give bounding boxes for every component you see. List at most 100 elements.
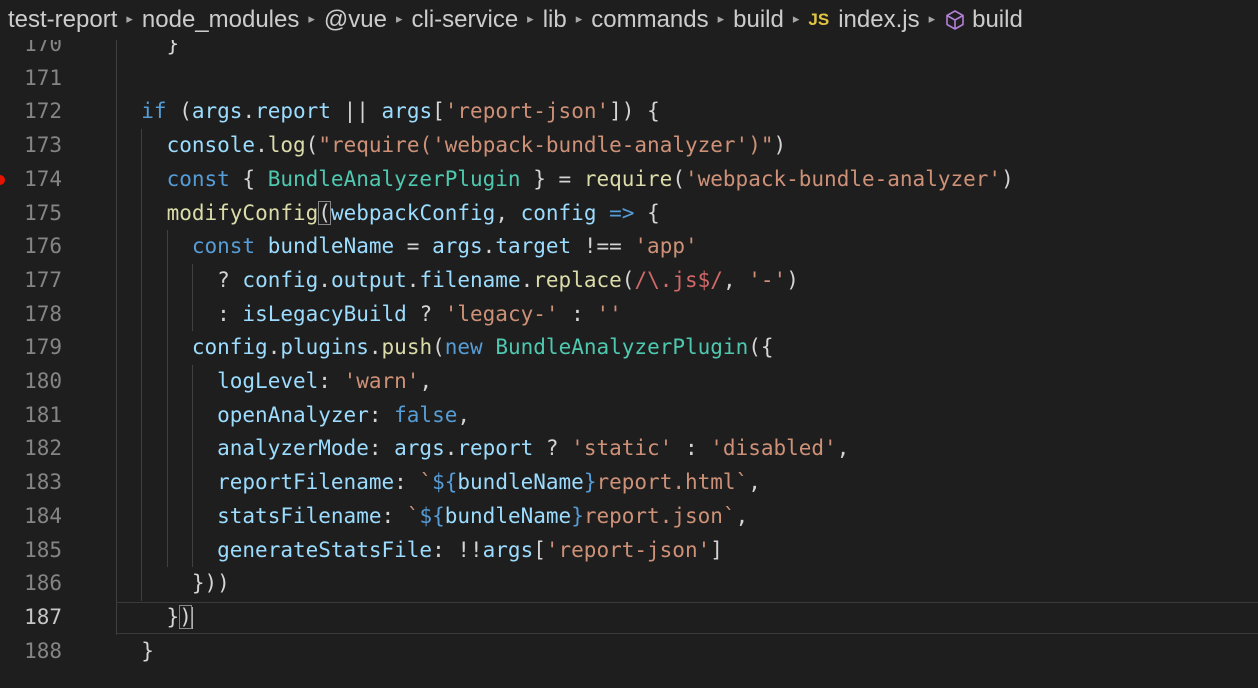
breadcrumb-item-cli-service[interactable]: cli-service [411, 6, 518, 34]
code-token: = [394, 234, 433, 259]
breadcrumb-separator-icon: ▸ [792, 11, 800, 26]
code-token: ` [406, 503, 420, 528]
line-number[interactable]: 170 [0, 40, 62, 62]
code-token: : [672, 436, 711, 461]
code-token: report.html` [596, 470, 749, 495]
code-token: statsFilename [217, 503, 382, 528]
code-token: ` [419, 470, 433, 495]
code-token: , [836, 436, 850, 461]
code-token: ] [710, 537, 723, 562]
code-token: filename [419, 267, 521, 292]
code-token: ${ [432, 470, 458, 495]
code-token: plugins [280, 335, 369, 360]
line-number[interactable]: 173 [0, 129, 62, 163]
code-token: } = [520, 166, 584, 191]
code-token: target [495, 234, 572, 259]
code-token: bundleName [457, 470, 584, 495]
line-number[interactable]: 175 [0, 197, 62, 231]
breadcrumb-separator-icon: ▸ [395, 11, 403, 26]
line-number[interactable]: 181 [0, 399, 62, 433]
code-text[interactable]: modifyConfig(webpackConfig, config => { [141, 197, 660, 231]
breadcrumb-item-build[interactable]: build [733, 6, 784, 34]
code-text[interactable]: openAnalyzer: false, [141, 399, 470, 433]
code-token: } [141, 638, 154, 663]
line-number[interactable]: 174 [0, 163, 62, 197]
code-token: analyzerMode [217, 436, 369, 461]
line-number[interactable]: 187 [0, 601, 62, 635]
breadcrumb-separator-icon: ▸ [717, 11, 725, 26]
code-token: openAnalyzer [217, 402, 369, 427]
breadcrumb-file-name[interactable]: index.js [838, 6, 919, 34]
line-number[interactable]: 188 [0, 635, 62, 669]
code-line: 179 config.plugins.push(new BundleAnalyz… [0, 331, 1258, 365]
code-token: 'webpack-bundle-analyzer' [684, 166, 1002, 191]
code-token: : [381, 503, 407, 528]
code-token: const [191, 234, 256, 259]
code-token: } [583, 470, 597, 495]
code-token: ]) { [609, 99, 660, 124]
code-text[interactable]: }) [141, 601, 193, 635]
code-text[interactable]: analyzerMode: args.report ? 'static' : '… [141, 432, 849, 466]
line-number[interactable]: 171 [0, 62, 62, 96]
code-text[interactable]: const { BundleAnalyzerPlugin } = require… [141, 163, 1014, 197]
code-token: new [444, 335, 483, 360]
code-text[interactable]: reportFilename: `${bundleName}report.htm… [141, 466, 761, 500]
code-token: : [368, 436, 395, 461]
code-token: ( [621, 267, 635, 292]
code-text[interactable]: logLevel: 'warn', [141, 365, 432, 399]
breadcrumb-symbol-name[interactable]: build [972, 6, 1023, 34]
line-number[interactable]: 176 [0, 230, 62, 264]
code-text[interactable]: ? config.output.filename.replace(/\.js$/… [141, 264, 799, 298]
line-number[interactable]: 182 [0, 432, 62, 466]
code-text[interactable]: } [141, 40, 180, 62]
code-text[interactable]: statsFilename: `${bundleName}report.json… [141, 500, 748, 534]
code-token: false [394, 402, 458, 427]
code-token: [ [432, 99, 445, 124]
code-text[interactable]: const bundleName = args.target !== 'app' [141, 230, 698, 264]
line-number[interactable]: 178 [0, 298, 62, 332]
line-number[interactable]: 184 [0, 500, 62, 534]
code-line: 187 }) [0, 601, 1258, 635]
code-token: ) [773, 133, 787, 158]
code-token: const [166, 166, 230, 191]
code-token: args [432, 234, 483, 259]
line-number[interactable]: 177 [0, 264, 62, 298]
code-token: 'report-json' [444, 99, 610, 124]
code-line: 180 logLevel: 'warn', [0, 365, 1258, 399]
code-token: '-' [748, 267, 787, 292]
code-text[interactable]: })) [141, 567, 230, 601]
code-token: . [242, 99, 256, 124]
line-number[interactable]: 185 [0, 534, 62, 568]
code-text[interactable]: config.plugins.push(new BundleAnalyzerPl… [141, 331, 774, 365]
breadcrumb-item-vue[interactable]: @vue [324, 6, 387, 34]
line-number[interactable]: 186 [0, 567, 62, 601]
line-number[interactable]: 183 [0, 466, 62, 500]
code-token: !== [571, 234, 635, 259]
breadcrumb-item-node-modules[interactable]: node_modules [142, 6, 299, 34]
code-text[interactable]: } [141, 635, 154, 669]
code-token: BundleAnalyzerPlugin [267, 166, 521, 191]
code-editor[interactable]: 170 } 171 172 if (args.report || args['repo… [0, 40, 1258, 688]
code-token: . [406, 267, 420, 292]
code-token: bundleName [444, 503, 572, 528]
code-text[interactable]: : isLegacyBuild ? 'legacy-' : '' [141, 298, 622, 332]
breadcrumb-item-commands[interactable]: commands [591, 6, 708, 34]
text-cursor [190, 606, 193, 629]
code-text[interactable]: console.log("require('webpack-bundle-ana… [141, 129, 787, 163]
breadcrumb-separator-icon: ▸ [928, 11, 936, 26]
breadcrumb-item-lib[interactable]: lib [543, 6, 567, 34]
line-number[interactable]: 172 [0, 95, 62, 129]
code-text[interactable]: if (args.report || args['report-json']) … [141, 95, 659, 129]
line-number[interactable]: 180 [0, 365, 62, 399]
breadcrumb-item-test-report[interactable]: test-report [8, 6, 117, 34]
breadcrumb-separator-icon: ▸ [575, 11, 583, 26]
line-number[interactable]: 179 [0, 331, 62, 365]
code-token: , [735, 503, 749, 528]
code-token: args [482, 537, 534, 562]
code-text[interactable]: generateStatsFile: !!args['report-json'] [141, 534, 723, 568]
code-token: } [141, 604, 180, 629]
